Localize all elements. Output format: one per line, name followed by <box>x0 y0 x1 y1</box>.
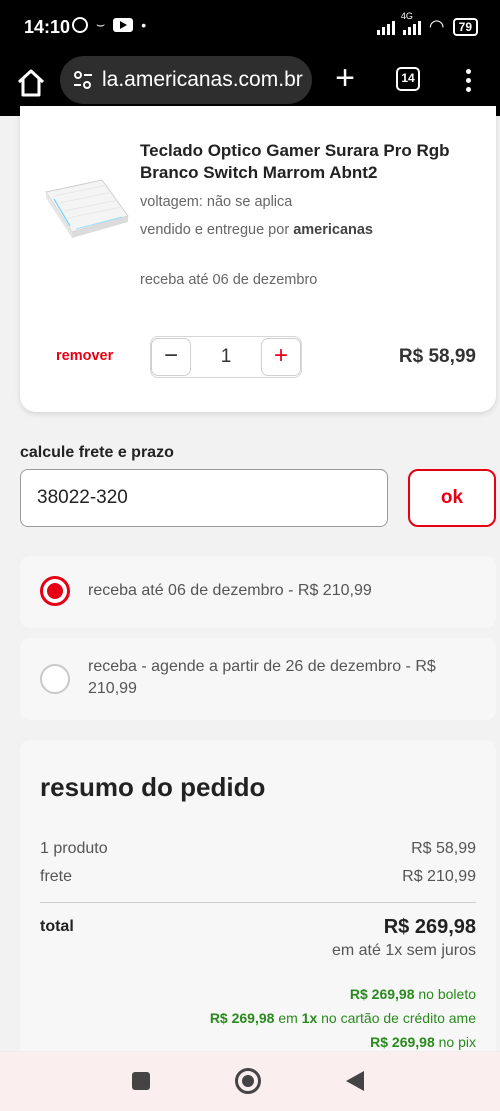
shipping-label: frete <box>40 868 73 885</box>
product-delivery: receba até 06 de dezembro <box>140 272 318 288</box>
total-label: total <box>40 918 74 935</box>
order-summary: resumo do pedido 1 produto R$ 58,99 fret… <box>20 740 496 1060</box>
shipping-option-text: receba - agende a partir de 26 de dezemb… <box>88 658 436 697</box>
seller-prefix: vendido e entregue por <box>140 222 290 238</box>
product-name[interactable]: Teclado Optico Gamer Surara Pro Rgb Bran… <box>140 140 470 184</box>
item-price: R$ 58,99 <box>398 346 476 367</box>
youtube-icon <box>113 17 134 32</box>
total-value: R$ 269,98 <box>383 916 476 938</box>
boleto-label: no boleto <box>418 986 476 1002</box>
home-icon[interactable] <box>14 66 48 100</box>
system-nav-bar <box>0 1051 500 1111</box>
signal-icon <box>376 19 395 35</box>
shipping-option-radio-selected[interactable] <box>40 576 70 606</box>
products-label: 1 produto <box>40 840 108 857</box>
card-price: R$ 269,98 em 1x no cartão de crédito ame <box>210 1010 476 1026</box>
products-value: R$ 58,99 <box>411 840 476 857</box>
network-type: 4G <box>400 10 413 21</box>
product-voltage: voltagem: não se aplica <box>140 194 293 210</box>
shipping-option-2[interactable]: receba - agende a partir de 26 de dezemb… <box>20 638 496 720</box>
pix-price: R$ 269,98 no pix <box>370 1034 476 1050</box>
card-times: 1x <box>301 1010 318 1026</box>
wifi-icon: ◠ <box>428 16 445 36</box>
dot-icon: • <box>141 16 147 33</box>
increase-quantity-button[interactable]: + <box>261 338 301 376</box>
summary-divider <box>40 902 476 903</box>
home-nav-icon[interactable] <box>235 1068 261 1094</box>
boleto-price: R$ 269,98 no boleto <box>350 986 476 1002</box>
address-bar[interactable]: la.americanas.com.br <box>60 56 312 104</box>
tune-icon[interactable] <box>72 69 94 91</box>
whatsapp-icon <box>72 16 88 33</box>
calculate-shipping-button[interactable]: ok <box>408 469 496 527</box>
tabs-icon[interactable]: 14 <box>396 67 420 91</box>
recents-icon[interactable] <box>132 1072 150 1090</box>
shipping-label: calcule frete e prazo <box>20 444 174 461</box>
card-value: R$ 269,98 <box>209 1010 275 1026</box>
shipping-option-text: receba até 06 de dezembro - R$ 210,99 <box>88 582 372 599</box>
cart-item-card: Teclado Optico Gamer Surara Pro Rgb Bran… <box>20 106 496 412</box>
pix-value: R$ 269,98 <box>370 1034 435 1050</box>
shipping-value: R$ 210,99 <box>402 868 476 885</box>
menu-icon[interactable] <box>458 66 478 96</box>
card-mid: em <box>278 1010 298 1026</box>
new-tab-icon[interactable]: + <box>330 61 360 95</box>
url-text: la.americanas.com.br <box>102 68 303 91</box>
status-bar: 14:10 ⌣ • 4G ◠ 79 <box>0 0 500 56</box>
quantity-stepper: − 1 + <box>150 336 302 378</box>
status-right: 4G ◠ 79 <box>376 11 478 37</box>
curve-icon: ⌣ <box>96 16 106 32</box>
quantity-value[interactable]: 1 <box>191 346 261 368</box>
cep-input[interactable] <box>20 469 388 527</box>
summary-shipping-row: frete R$ 210,99 <box>40 868 476 886</box>
status-time: 14:10 <box>24 17 71 37</box>
product-image[interactable] <box>42 172 132 242</box>
battery-icon: 79 <box>452 17 478 36</box>
back-icon[interactable] <box>346 1071 364 1091</box>
seller-name: americanas <box>293 222 373 238</box>
card-label: no cartão de crédito ame <box>321 1010 476 1026</box>
notification-icons: ⌣ • <box>72 16 146 33</box>
signal-4g-icon: 4G <box>401 11 421 35</box>
product-seller: vendido e entregue por americanas <box>140 222 373 238</box>
summary-title: resumo do pedido <box>40 772 266 802</box>
summary-products-row: 1 produto R$ 58,99 <box>40 840 476 858</box>
boleto-value: R$ 269,98 <box>349 986 415 1002</box>
pix-label: no pix <box>438 1034 476 1050</box>
remove-button[interactable]: remover <box>56 348 113 364</box>
decrease-quantity-button[interactable]: − <box>151 338 191 376</box>
installment-info: em até 1x sem juros <box>331 942 476 959</box>
shipping-option-1[interactable]: receba até 06 de dezembro - R$ 210,99 <box>20 556 496 628</box>
shipping-option-radio[interactable] <box>40 664 70 694</box>
